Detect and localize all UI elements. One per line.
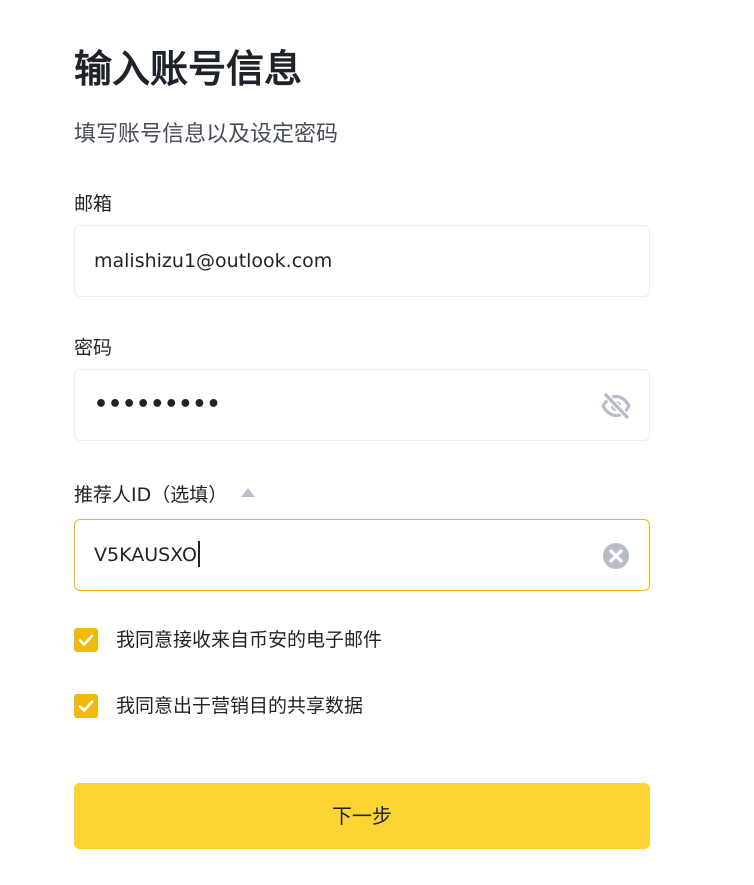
page-subtitle: 填写账号信息以及设定密码 [74,122,339,147]
next-step-button[interactable]: 下一步 [74,783,650,849]
referrer-id-field[interactable]: V5KAUSXO [74,519,650,591]
referrer-id-value-wrap: V5KAUSXO [94,520,200,590]
text-cursor [197,540,200,567]
checkmark-icon [78,634,94,646]
consent-marketing-row[interactable]: 我同意出于营销目的共享数据 [74,693,363,719]
registration-form: 输入账号信息 填写账号信息以及设定密码 邮箱 malishizu1@outloo… [0,0,754,885]
consent-marketing-checkbox[interactable] [74,694,98,718]
page-title: 输入账号信息 [74,47,303,91]
eye-slash-icon[interactable] [600,390,632,422]
caret-up-icon[interactable] [241,488,256,497]
email-value: malishizu1@outlook.com [94,250,333,272]
checkmark-icon [78,700,94,712]
referrer-label: 推荐人ID（选填） [74,484,228,506]
consent-marketing-label: 我同意出于营销目的共享数据 [116,695,364,717]
password-label: 密码 [74,337,113,359]
password-field[interactable]: ••••••••• [74,369,650,441]
email-label: 邮箱 [74,193,113,215]
clear-circle-icon[interactable] [600,540,632,572]
consent-email-checkbox[interactable] [74,628,98,652]
email-field[interactable]: malishizu1@outlook.com [74,225,650,297]
referrer-id-value: V5KAUSXO [94,544,197,566]
consent-email-row[interactable]: 我同意接收来自币安的电子邮件 [74,627,382,653]
consent-email-label: 我同意接收来自币安的电子邮件 [116,629,383,651]
referrer-label-row: 推荐人ID（选填） [74,481,256,509]
password-value: ••••••••• [94,392,221,417]
